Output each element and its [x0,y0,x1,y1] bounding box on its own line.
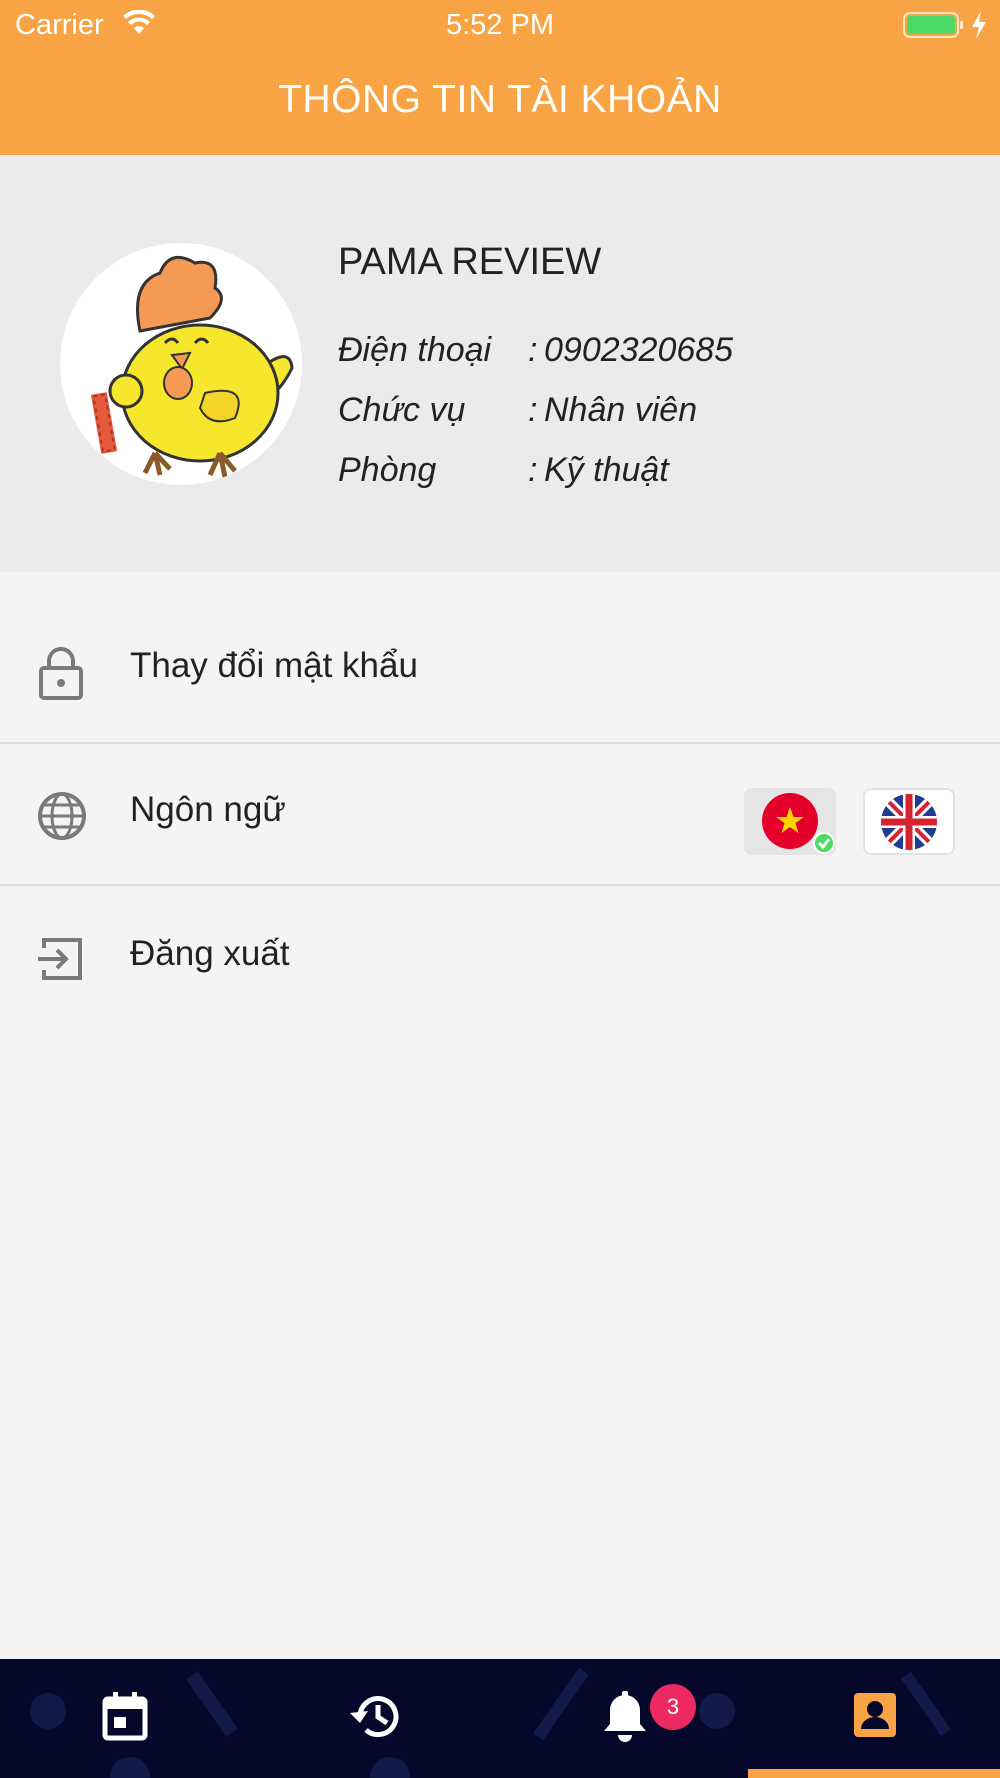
profile-card: PAMA REVIEW Điện thoại:0902320685 Chức v… [0,155,1000,572]
menu-item-language: Ngôn ngữ [0,744,1000,886]
calendar-icon [102,1691,148,1746]
position-row: Chức vụ: Nhân viên [338,391,697,430]
divider [0,884,1000,886]
menu-item-change-password[interactable]: Thay đổi mật khẩu [0,600,1000,742]
selected-check-icon [813,832,835,854]
active-tab-indicator [748,1769,1000,1778]
phone-value: 0902320685 [544,331,734,369]
avatar[interactable] [60,243,302,485]
menu-label-language: Ngôn ngữ [130,790,286,829]
menu-item-logout[interactable]: Đăng xuất [0,888,1000,1030]
battery-icon [903,11,965,47]
tab-calendar[interactable] [0,1659,250,1778]
tab-history[interactable] [250,1659,500,1778]
history-icon [348,1691,402,1746]
logout-icon [36,934,86,984]
tab-notifications[interactable] [500,1659,750,1778]
lock-icon [36,646,86,700]
language-option-english[interactable] [863,788,955,855]
vietnam-flag-icon [762,793,835,854]
status-bar: Carrier 5:52 PM [0,0,1000,50]
notification-badge: 3 [650,1684,696,1730]
language-option-vietnamese[interactable] [744,788,836,855]
phone-row: Điện thoại:0902320685 [338,331,733,370]
tab-account[interactable] [750,1659,1000,1778]
bottom-tab-bar [0,1659,1000,1778]
department-row: Phòng: Kỹ thuật [338,451,669,490]
uk-flag-icon [881,794,937,850]
position-value: Nhân viên [544,391,698,429]
phone-label: Điện thoại [338,331,492,369]
profile-name: PAMA REVIEW [338,241,602,283]
globe-icon [36,790,86,840]
phone-separator: : [528,331,538,369]
department-value: Kỹ thuật [544,451,669,489]
chicken-mascot-avatar [90,255,294,478]
menu-label-change-password: Thay đổi mật khẩu [130,646,418,685]
page-title: THÔNG TIN TÀI KHOẢN [278,78,722,121]
person-icon [852,1691,898,1744]
charging-bolt-icon [970,10,988,48]
menu-label-logout: Đăng xuất [130,934,290,973]
position-separator: : [528,391,538,429]
department-separator: : [528,451,538,489]
department-label: Phòng [338,451,437,489]
clock-label: 5:52 PM [446,9,554,41]
bell-icon [602,1691,648,1748]
position-label: Chức vụ [338,391,466,429]
app-header: Carrier 5:52 PM THÔNG TIN TÀI KHOẢN [0,0,1000,155]
